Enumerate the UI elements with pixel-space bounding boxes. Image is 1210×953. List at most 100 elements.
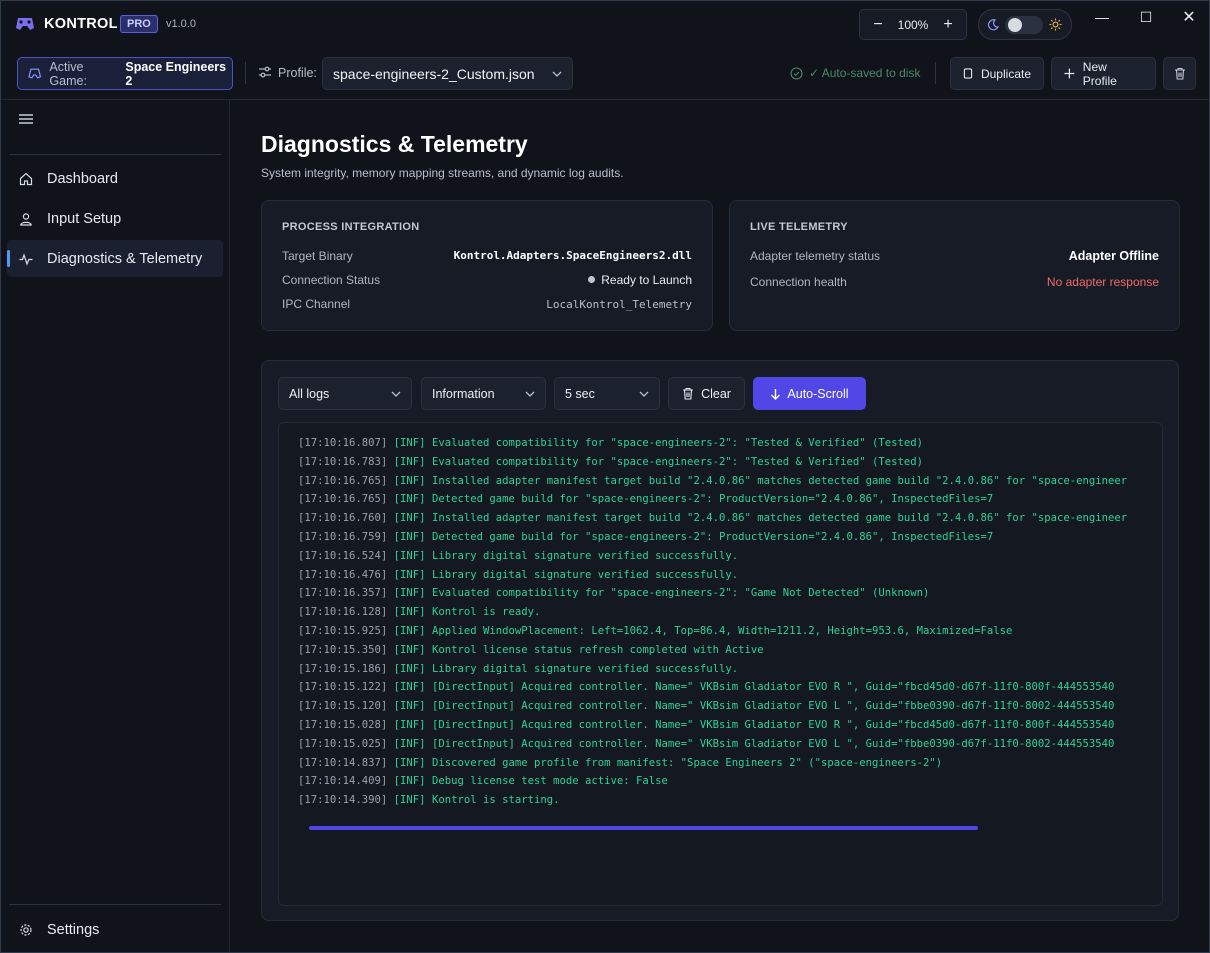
connection-status-value: Ready to Launch: [588, 273, 692, 287]
app-version: v1.0.0: [166, 18, 196, 30]
profile-select[interactable]: space-engineers-2_Custom.json: [322, 57, 573, 90]
theme-switch-knob: [1008, 17, 1022, 32]
zoom-in-button[interactable]: +: [938, 15, 958, 35]
log-message: [INF] [DirectInput] Acquired controller.…: [387, 737, 1115, 750]
log-message: [INF] Evaluated compatibility for "space…: [387, 455, 924, 468]
sidebar-item-label: Input Setup: [47, 210, 122, 227]
log-timestamp: [17:10:16.807]: [298, 437, 388, 449]
log-message: [INF] Installed adapter manifest target …: [387, 512, 1128, 525]
log-timestamp: [17:10:14.390]: [298, 794, 388, 807]
log-message: [INF] Library digital signature verified…: [387, 662, 739, 675]
connection-health-value: No adapter response: [1046, 275, 1159, 289]
profile-select-value: space-engineers-2_Custom.json: [333, 65, 535, 82]
ipc-channel-value: LocalKontrol_Telemetry: [546, 298, 692, 311]
close-button[interactable]: ✕: [1177, 7, 1201, 27]
log-line: [17:10:16.760] [INF] Installed adapter m…: [298, 509, 1128, 528]
auto-scroll-button[interactable]: Auto-Scroll: [753, 377, 866, 410]
app-window: KONTROL PRO v1.0.0 − 100% + — ☐ ✕ Active…: [0, 0, 1210, 953]
card-title: LIVE TELEMETRY: [750, 221, 848, 233]
pulse-icon: [19, 252, 33, 266]
log-line: [17:10:16.783] [INF] Evaluated compatibi…: [298, 453, 1128, 472]
autosaved-text: ✓ Auto-saved to disk: [809, 66, 921, 80]
gamepad-icon: [28, 68, 42, 79]
log-line: [17:10:14.409] [INF] Debug license test …: [298, 772, 1128, 791]
log-message: [INF] [DirectInput] Acquired controller.…: [387, 718, 1115, 731]
log-message: [INF] Kontrol is starting.: [387, 794, 560, 807]
duplicate-label: Duplicate: [980, 66, 1031, 81]
log-timestamp: [17:10:16.759]: [298, 530, 388, 543]
log-message: [INF] Library digital signature verified…: [387, 549, 739, 562]
log-message: [INF] Evaluated compatibility for "space…: [387, 587, 930, 600]
log-line: [17:10:16.765] [INF] Detected game build…: [298, 490, 1128, 509]
sidebar-item-diagnostics[interactable]: Diagnostics & Telemetry: [7, 240, 223, 277]
log-message: [INF] Discovered game profile from manif…: [387, 756, 943, 769]
log-message: [INF] Library digital signature verified…: [387, 568, 739, 581]
log-level-value: Information: [432, 386, 495, 401]
log-timestamp: [17:10:14.409]: [298, 775, 388, 788]
pro-badge: PRO: [120, 15, 158, 33]
home-icon: [19, 172, 33, 185]
log-timestamp: [17:10:14.837]: [298, 756, 388, 769]
top-toolbar: Active Game: Space Engineers 2 Profile: …: [1, 48, 1209, 100]
zoom-out-button[interactable]: −: [868, 15, 888, 35]
log-timestamp: [17:10:16.524]: [298, 549, 388, 562]
log-line: [17:10:14.837] [INF] Discovered game pro…: [298, 754, 1128, 773]
zoom-control: − 100% +: [859, 9, 967, 40]
new-profile-label: New Profile: [1082, 59, 1117, 88]
connection-status-text: Ready to Launch: [601, 273, 692, 287]
log-level-select[interactable]: Information: [421, 377, 546, 410]
minimize-button[interactable]: —: [1090, 7, 1114, 27]
log-timestamp: [17:10:15.350]: [298, 643, 388, 656]
sidebar-item-label: Settings: [47, 921, 100, 938]
sidebar-divider-bottom: [9, 904, 221, 905]
duplicate-button[interactable]: Duplicate: [950, 57, 1044, 90]
log-message: [INF] Detected game build for "space-eng…: [387, 530, 994, 543]
log-message: [INF] Installed adapter manifest target …: [387, 474, 1128, 487]
connection-health-label: Connection health: [750, 275, 847, 289]
copy-icon: [963, 68, 973, 79]
delete-profile-button[interactable]: [1163, 57, 1196, 90]
new-profile-button[interactable]: New Profile: [1051, 57, 1156, 90]
autosaved-status: ✓ Auto-saved to disk: [790, 66, 920, 80]
log-line: [17:10:16.128] [INF] Kontrol is ready.: [298, 603, 1128, 622]
horizontal-scrollbar[interactable]: [309, 826, 978, 830]
sidebar-item-dashboard[interactable]: Dashboard: [7, 160, 223, 197]
sliders-icon: [259, 66, 271, 78]
active-game-button[interactable]: Active Game: Space Engineers 2: [17, 57, 233, 90]
clear-logs-button[interactable]: Clear: [668, 377, 745, 410]
sidebar-item-input-setup[interactable]: Input Setup: [7, 200, 223, 237]
user-icon: [20, 212, 32, 226]
log-line: [17:10:15.350] [INF] Kontrol license sta…: [298, 641, 1128, 660]
log-filter-select[interactable]: All logs: [278, 377, 412, 410]
log-line: [17:10:15.025] [INF] [DirectInput] Acqui…: [298, 735, 1128, 754]
trash-icon: [683, 387, 694, 400]
log-line: [17:10:16.759] [INF] Detected game build…: [298, 528, 1128, 547]
profile-label: Profile:: [278, 66, 317, 80]
title-bar: KONTROL PRO v1.0.0 − 100% + — ☐ ✕: [1, 1, 1209, 47]
log-line: [17:10:16.476] [INF] Library digital sig…: [298, 566, 1128, 585]
active-game-value: Space Engineers 2: [125, 59, 227, 88]
process-integration-card: PROCESS INTEGRATION Target Binary Kontro…: [261, 200, 713, 331]
theme-switch[interactable]: [1005, 15, 1043, 34]
log-timestamp: [17:10:15.120]: [298, 700, 388, 713]
log-message: [INF] Evaluated compatibility for "space…: [387, 437, 924, 449]
main-content: Diagnostics & Telemetry System integrity…: [231, 100, 1209, 952]
connection-status-label: Connection Status: [282, 273, 381, 287]
sidebar-item-settings[interactable]: Settings: [7, 911, 223, 948]
refresh-interval-value: 5 sec: [565, 386, 595, 401]
log-output[interactable]: [17:10:16.807] [INF] Evaluated compatibi…: [278, 422, 1163, 906]
maximize-button[interactable]: ☐: [1134, 7, 1158, 27]
card-title: PROCESS INTEGRATION: [282, 221, 420, 233]
adapter-status-value: Adapter Offline: [1068, 249, 1159, 263]
sidebar-item-label: Dashboard: [47, 170, 118, 187]
log-timestamp: [17:10:16.765]: [298, 474, 388, 487]
theme-toggle[interactable]: [978, 9, 1072, 40]
log-timestamp: [17:10:15.025]: [298, 737, 388, 750]
menu-icon[interactable]: [17, 112, 35, 126]
log-message: [INF] Debug license test mode active: Fa…: [387, 775, 668, 788]
toolbar-divider-2: [935, 62, 936, 84]
log-line: [17:10:16.524] [INF] Library digital sig…: [298, 547, 1128, 566]
refresh-interval-select[interactable]: 5 sec: [554, 377, 660, 410]
log-timestamp: [17:10:16.783]: [298, 455, 388, 468]
log-message: [INF] [DirectInput] Acquired controller.…: [387, 700, 1115, 713]
